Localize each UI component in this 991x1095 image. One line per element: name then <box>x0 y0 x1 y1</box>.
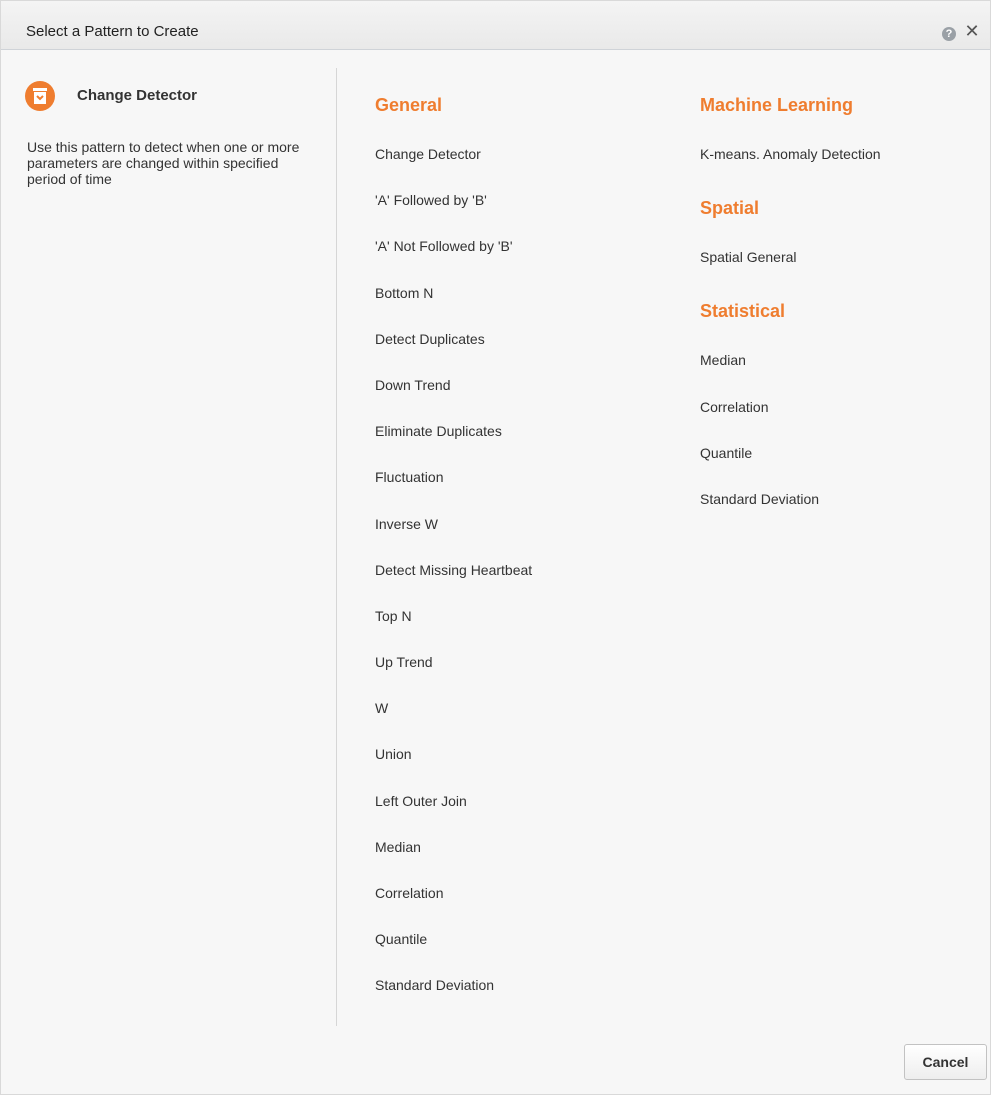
general-pattern-list: Change Detector 'A' Followed by 'B' 'A' … <box>375 145 532 1023</box>
pattern-item[interactable]: Eliminate Duplicates <box>375 422 532 468</box>
general-column: General Change Detector 'A' Followed by … <box>375 94 532 1023</box>
cancel-button[interactable]: Cancel <box>904 1044 987 1080</box>
pattern-item[interactable]: Up Trend <box>375 653 532 699</box>
spatial-group: Spatial Spatial General <box>700 197 881 294</box>
pattern-item[interactable]: K-means. Anomaly Detection <box>700 145 881 191</box>
pattern-item[interactable]: Correlation <box>375 884 532 930</box>
machine-learning-group: Machine Learning K-means. Anomaly Detect… <box>700 94 881 191</box>
pattern-dialog: Select a Pattern to Create ? ✕ Change De… <box>0 0 991 1095</box>
pattern-item[interactable]: Detect Duplicates <box>375 330 532 376</box>
pattern-item[interactable]: Median <box>700 351 881 397</box>
dialog-titlebar: Select a Pattern to Create ? ✕ <box>1 1 990 50</box>
pattern-item[interactable]: Median <box>375 838 532 884</box>
pattern-item[interactable]: Fluctuation <box>375 468 532 514</box>
help-icon[interactable]: ? <box>942 27 956 41</box>
pattern-item[interactable]: Standard Deviation <box>700 490 881 536</box>
pattern-item[interactable]: Standard Deviation <box>375 976 532 1022</box>
pattern-item[interactable]: Spatial General <box>700 248 881 294</box>
statistical-group: Statistical Median Correlation Quantile … <box>700 300 881 536</box>
pattern-item[interactable]: W <box>375 699 532 745</box>
selected-pattern-name: Change Detector <box>77 87 198 104</box>
pattern-item[interactable]: Left Outer Join <box>375 792 532 838</box>
pattern-item[interactable]: 'A' Followed by 'B' <box>375 191 532 237</box>
category-heading-spatial: Spatial <box>700 198 760 219</box>
pattern-item[interactable]: Quantile <box>375 930 532 976</box>
right-column: Machine Learning K-means. Anomaly Detect… <box>700 94 881 536</box>
machine-learning-pattern-list: K-means. Anomaly Detection <box>700 145 881 191</box>
statistical-pattern-list: Median Correlation Quantile Standard Dev… <box>700 351 881 536</box>
pattern-item[interactable]: Bottom N <box>375 284 532 330</box>
pattern-item[interactable]: Down Trend <box>375 376 532 422</box>
pattern-item[interactable]: Detect Missing Heartbeat <box>375 561 532 607</box>
category-heading-statistical: Statistical <box>700 301 786 322</box>
pattern-item[interactable]: Correlation <box>700 398 881 444</box>
pattern-item[interactable]: Union <box>375 745 532 791</box>
pattern-item[interactable]: Top N <box>375 607 532 653</box>
pattern-item[interactable]: Inverse W <box>375 515 532 561</box>
category-heading-general: General <box>375 95 443 115</box>
change-detector-icon <box>25 81 55 111</box>
close-icon[interactable]: ✕ <box>964 22 980 40</box>
pattern-item[interactable]: Change Detector <box>375 145 532 191</box>
pattern-item[interactable]: 'A' Not Followed by 'B' <box>375 237 532 283</box>
panel-divider <box>336 68 337 1026</box>
selected-pattern-description: Use this pattern to detect when one or m… <box>27 139 300 187</box>
spatial-pattern-list: Spatial General <box>700 248 881 294</box>
category-heading-machine-learning: Machine Learning <box>700 95 854 115</box>
dialog-title: Select a Pattern to Create <box>26 23 199 40</box>
pattern-item[interactable]: Quantile <box>700 444 881 490</box>
